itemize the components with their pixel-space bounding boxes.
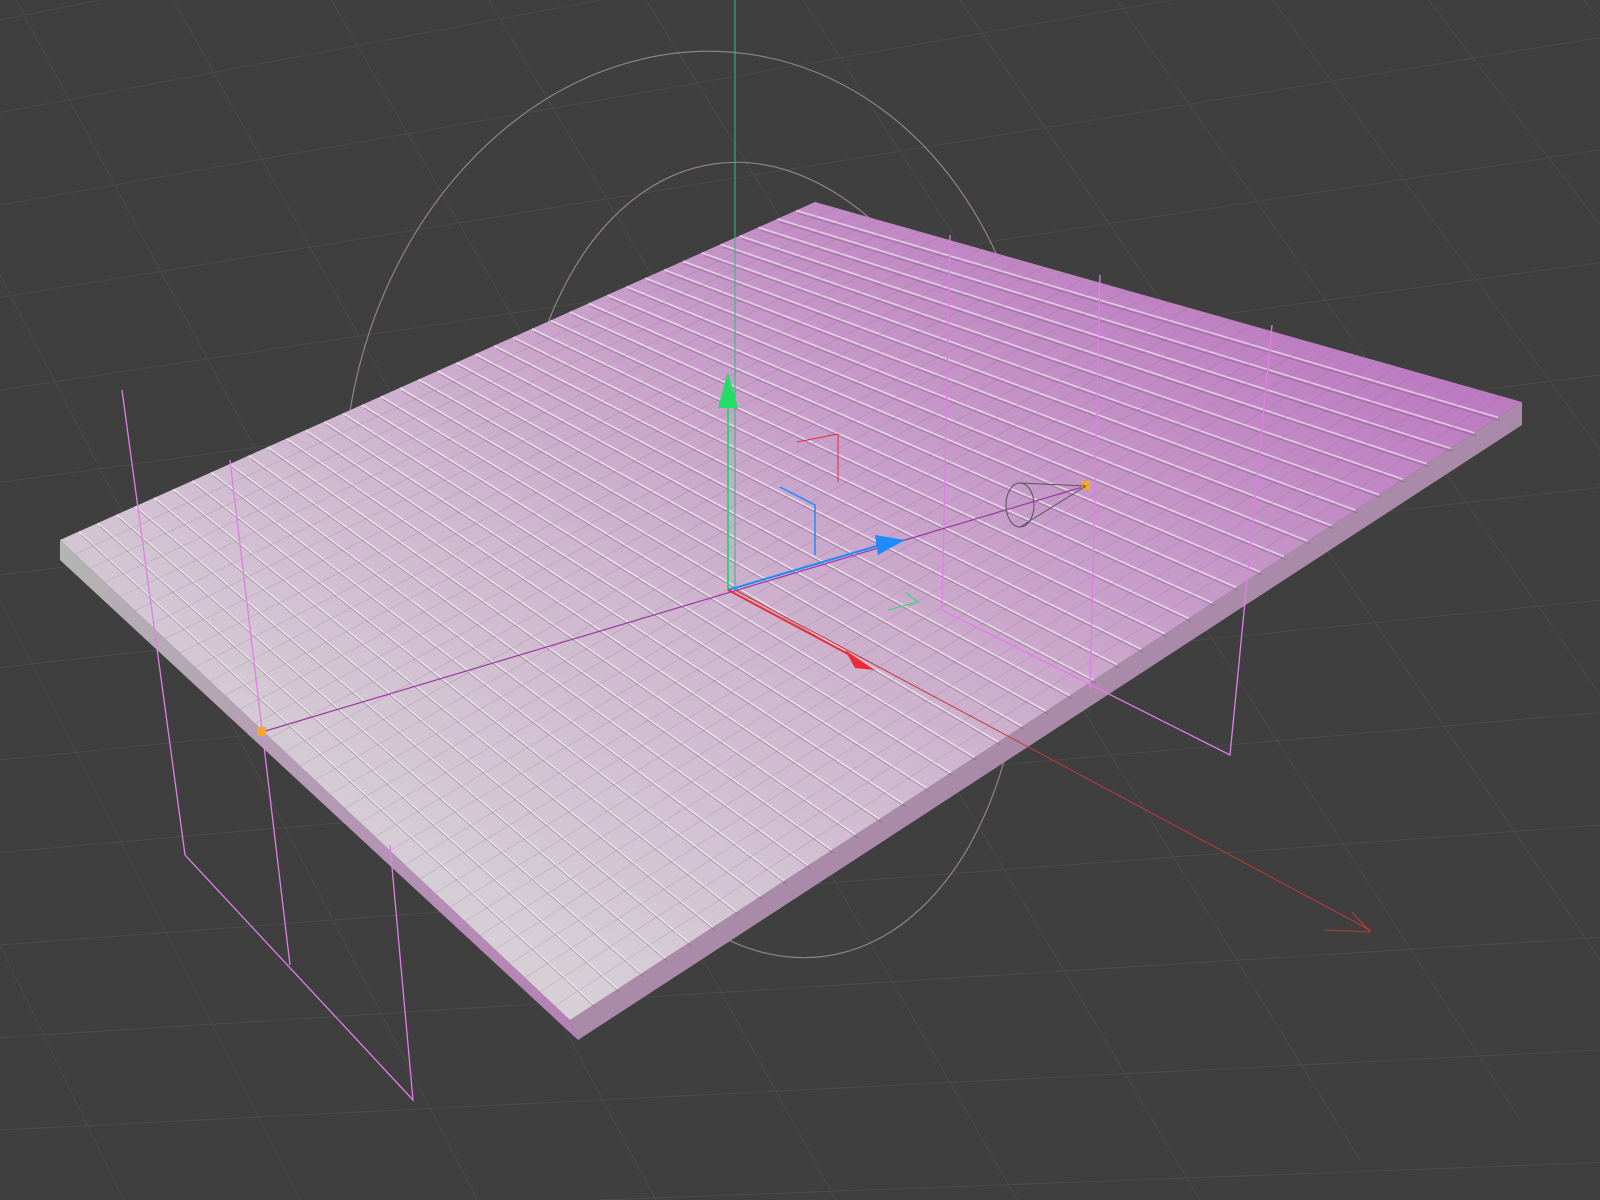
grid-line [0, 937, 1600, 1038]
viewport-canvas[interactable] [0, 0, 1600, 1200]
grid-line [0, 0, 101, 21]
3d-viewport[interactable] [0, 0, 1600, 1200]
handle-point-left[interactable] [257, 727, 266, 736]
grid-line [0, 944, 125, 1200]
grid-line [1428, 0, 1600, 226]
grid-line [0, 0, 601, 113]
grid-line [599, 1162, 1600, 1200]
grid-line [0, 1049, 1600, 1131]
x-axis-arrow-icon [1324, 911, 1372, 933]
grid-line [0, 0, 1172, 206]
grid-line [1583, 0, 1600, 21]
